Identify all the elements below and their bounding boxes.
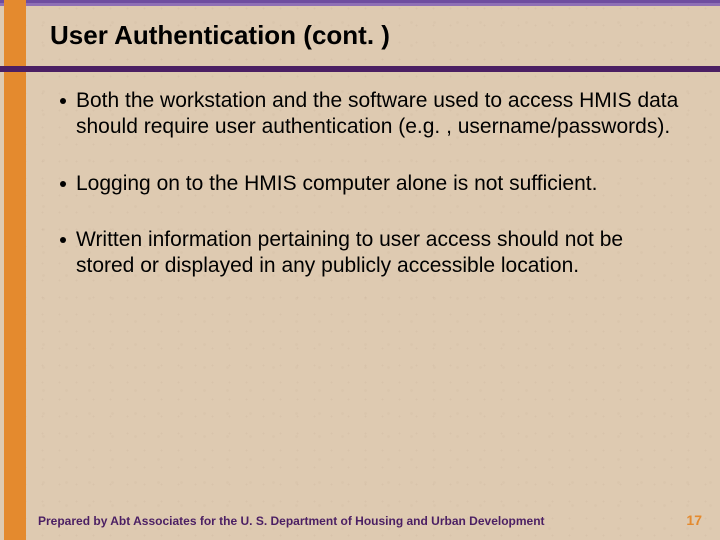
top-stripe: [0, 0, 720, 6]
bullet-item: Logging on to the HMIS computer alone is…: [60, 171, 680, 197]
bullet-text: Logging on to the HMIS computer alone is…: [76, 171, 597, 197]
bullet-item: Both the workstation and the software us…: [60, 88, 680, 141]
bullet-icon: [60, 237, 66, 243]
page-number: 17: [686, 512, 702, 528]
bullet-text: Written information pertaining to user a…: [76, 227, 680, 280]
bullet-icon: [60, 98, 66, 104]
slide-title: User Authentication (cont. ): [50, 20, 690, 51]
bullet-item: Written information pertaining to user a…: [60, 227, 680, 280]
bullet-text: Both the workstation and the software us…: [76, 88, 680, 141]
title-underline: [0, 66, 720, 72]
bullet-icon: [60, 181, 66, 187]
content-area: Both the workstation and the software us…: [60, 88, 680, 309]
slide: User Authentication (cont. ) Both the wo…: [0, 0, 720, 540]
footer-text: Prepared by Abt Associates for the U. S.…: [38, 514, 545, 528]
left-accent-bar: [4, 0, 26, 540]
